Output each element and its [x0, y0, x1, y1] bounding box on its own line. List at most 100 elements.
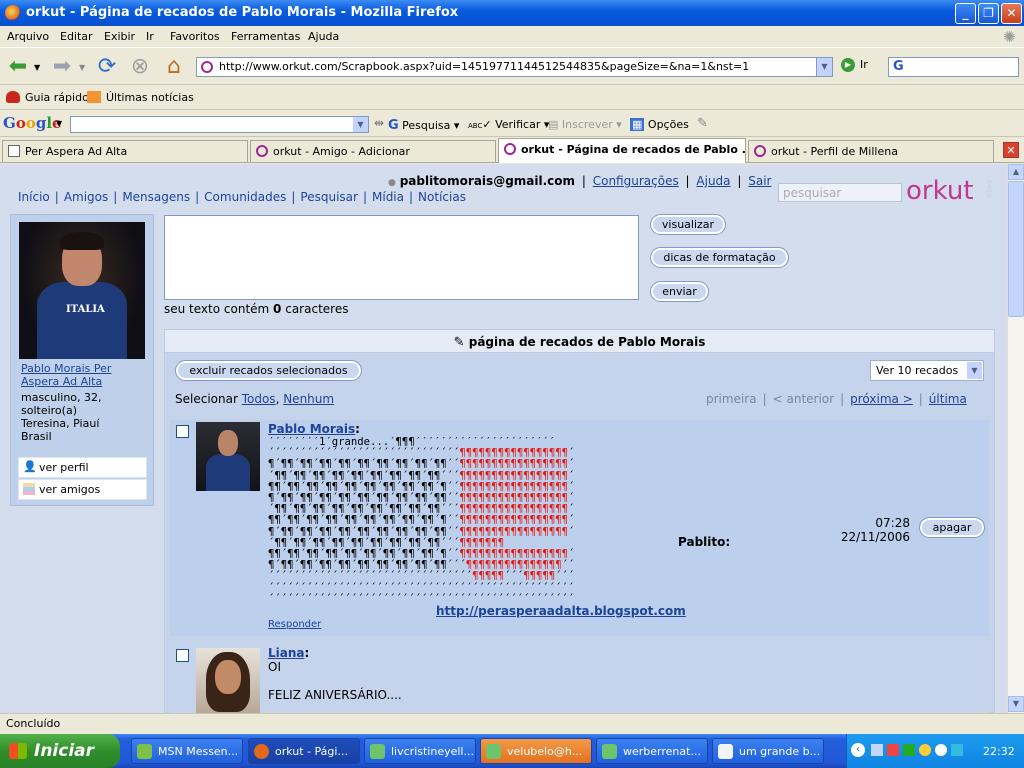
tab-perfil-millena[interactable]: orkut - Perfil de Millena — [748, 140, 994, 162]
google-search-input[interactable]: ▼ — [70, 116, 369, 133]
enviar-button[interactable]: enviar — [650, 281, 709, 302]
scrap-checkbox[interactable] — [176, 649, 189, 662]
menu-favoritos[interactable]: Favoritos — [170, 30, 220, 43]
nav-mensagens[interactable]: Mensagens — [122, 190, 190, 204]
start-button[interactable]: Iniciar — [0, 734, 120, 768]
forward-icon[interactable]: ➡ — [48, 53, 76, 81]
close-window-button[interactable]: ✕ — [1001, 3, 1022, 24]
scrap-author-link[interactable]: Liana — [268, 646, 305, 660]
task-livcristine[interactable]: livcristineyell... — [364, 738, 476, 764]
minimize-button[interactable]: _ — [955, 3, 976, 24]
pager-next-link[interactable]: próxima > — [850, 392, 913, 406]
messenger-icon[interactable] — [935, 744, 947, 756]
bookmark-guia-rapido[interactable]: Guia rápido — [6, 91, 89, 104]
url-bar[interactable]: http://www.orkut.com/Scrapbook.aspx?uid=… — [196, 57, 833, 77]
menu-arquivo[interactable]: Arquivo — [7, 30, 49, 43]
google-g-icon: G — [388, 118, 399, 133]
scrap-author-link[interactable]: Pablo Morais — [268, 422, 355, 436]
task-msn[interactable]: MSN Messen... — [131, 738, 243, 764]
nav-comunidades[interactable]: Comunidades — [204, 190, 286, 204]
google-opcoes-button[interactable]: ▦ Opções — [630, 118, 689, 131]
nav-pesquisar[interactable]: Pesquisar — [300, 190, 358, 204]
profile-photo[interactable]: ITALIA — [19, 222, 145, 359]
tab-per-aspera[interactable]: Per Aspera Ad Alta — [2, 140, 248, 162]
menu-bar: Arquivo Editar Exibir Ir Favoritos Ferra… — [0, 26, 1024, 48]
orkut-logo[interactable]: orkut — [906, 176, 974, 206]
nav-inicio[interactable]: Início — [18, 190, 50, 204]
google-pesquisa-button[interactable]: G Pesquisa ▾ — [388, 118, 459, 133]
bookmark-ultimas-noticias[interactable]: Últimas notícias — [87, 91, 194, 104]
friends-icon — [23, 483, 35, 495]
system-tray: ‹ 22:32 — [846, 734, 1024, 768]
resize-handle-icon[interactable]: ⇹ — [374, 116, 384, 130]
visualizar-button[interactable]: visualizar — [650, 214, 726, 235]
orkut-search-input[interactable]: pesquisar — [778, 183, 902, 202]
google-inscrever-button[interactable]: ▤ Inscrever ▾ — [548, 118, 622, 131]
back-icon[interactable]: ⬅ — [4, 53, 32, 81]
select-all-link[interactable]: Todos — [242, 392, 276, 406]
vertical-scrollbar[interactable]: ▲ ▼ — [1007, 164, 1024, 713]
ver-amigos-label: ver amigos — [39, 483, 101, 496]
close-tab-icon[interactable]: ✕ — [1003, 142, 1019, 158]
tab-amigo-adicionar[interactable]: orkut - Amigo - Adicionar — [250, 140, 496, 162]
pager-last-link[interactable]: última — [929, 392, 967, 406]
go-button[interactable]: ▶ Ir — [841, 58, 868, 72]
tray-expand-icon[interactable]: ‹ — [851, 743, 865, 757]
url-dropdown-icon[interactable]: ▼ — [816, 58, 832, 76]
sair-link[interactable]: Sair — [748, 174, 771, 188]
volume-icon[interactable] — [951, 744, 963, 756]
ajuda-link[interactable]: Ajuda — [696, 174, 730, 188]
scroll-thumb[interactable] — [1008, 181, 1024, 317]
responder-link[interactable]: Responder — [268, 619, 321, 630]
google-search-dropdown-icon[interactable]: ▼ — [353, 117, 368, 132]
info-icon[interactable] — [919, 744, 931, 756]
google-verificar-button[interactable]: ABC✓ Verificar ▾ — [468, 118, 549, 131]
shirt-shape — [206, 454, 250, 491]
tab-label: orkut - Amigo - Adicionar — [273, 145, 410, 158]
scroll-down-icon[interactable]: ▼ — [1008, 696, 1024, 712]
task-um-grande[interactable]: um grande b... — [712, 738, 824, 764]
nav-noticias[interactable]: Notícias — [418, 190, 466, 204]
reload-icon[interactable]: ⟳ — [93, 53, 121, 81]
scroll-up-icon[interactable]: ▲ — [1008, 164, 1024, 180]
network-icon[interactable] — [871, 744, 883, 756]
apagar-button[interactable]: apagar — [919, 517, 985, 538]
main-nav: Início | Amigos | Mensagens | Comunidades | Pesq… — [18, 190, 466, 204]
google-menu-dropdown-icon[interactable]: ▼ — [56, 119, 62, 128]
menu-editar[interactable]: Editar — [60, 30, 93, 43]
antivirus-icon[interactable] — [887, 744, 899, 756]
task-werberrenat[interactable]: werberrenat... — [596, 738, 708, 764]
menu-ajuda[interactable]: Ajuda — [308, 30, 339, 43]
stop-icon[interactable]: ⊗ — [126, 53, 154, 81]
forward-dropdown-icon[interactable]: ▼ — [79, 63, 85, 72]
maximize-button[interactable]: ❐ — [978, 3, 999, 24]
per-page-select[interactable]: Ver 10 recados ▼ — [870, 360, 984, 381]
ver-perfil-button[interactable]: 👤 ver perfil — [18, 457, 147, 478]
google-logo[interactable]: Google — [3, 114, 62, 132]
nav-amigos[interactable]: Amigos — [64, 190, 108, 204]
scrap-blog-link[interactable]: http://perasperaadalta.blogspot.com — [436, 604, 686, 618]
tab-bar: Per Aspera Ad Alta orkut - Amigo - Adici… — [0, 138, 1024, 163]
dicas-formatacao-button[interactable]: dicas de formatação — [650, 247, 789, 268]
home-icon[interactable]: ⌂ — [160, 53, 188, 81]
scrap-checkbox[interactable] — [176, 425, 189, 438]
monitor-icon[interactable] — [903, 744, 915, 756]
menu-ir[interactable]: Ir — [146, 30, 154, 43]
tab-pagina-recados[interactable]: orkut - Página de recados de Pablo ... — [498, 138, 746, 163]
ver-amigos-button[interactable]: ver amigos — [18, 479, 147, 500]
profile-name-link[interactable]: Pablo Morais Per Aspera Ad Alta — [21, 362, 141, 388]
scrap-author-photo[interactable] — [196, 422, 260, 491]
back-dropdown-icon[interactable]: ▼ — [34, 63, 40, 72]
configuracoes-link[interactable]: Configurações — [593, 174, 679, 188]
browser-search-input[interactable]: G — [888, 57, 1019, 77]
nav-midia[interactable]: Mídia — [372, 190, 404, 204]
select-none-link[interactable]: Nenhum — [283, 392, 334, 406]
excluir-recados-button[interactable]: excluir recados selecionados — [175, 360, 362, 381]
task-velubelo[interactable]: velubelo@h... — [480, 738, 592, 764]
menu-ferramentas[interactable]: Ferramentas — [231, 30, 300, 43]
scrap-author-photo[interactable] — [196, 648, 260, 713]
highlighter-icon[interactable]: ✎ — [697, 116, 708, 131]
task-orkut[interactable]: orkut - Pági... — [248, 738, 360, 764]
scrap-textarea[interactable] — [164, 215, 639, 300]
menu-exibir[interactable]: Exibir — [104, 30, 135, 43]
